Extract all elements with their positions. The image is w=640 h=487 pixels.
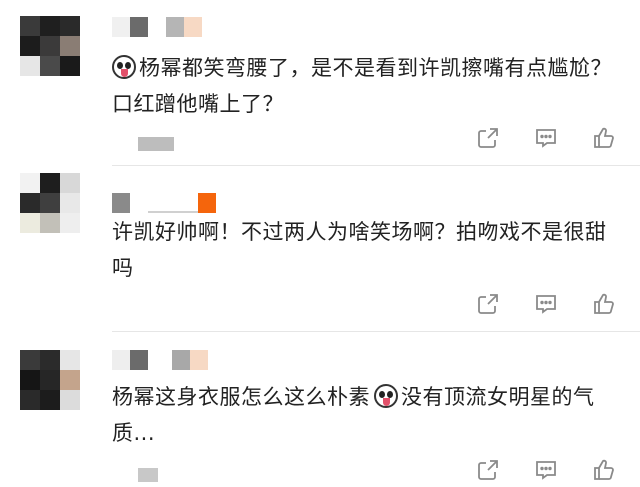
avatar[interactable]	[20, 350, 80, 410]
thumbs-up-icon[interactable]	[592, 292, 616, 316]
timestamp-pixelated	[138, 136, 174, 151]
comment-icon[interactable]	[534, 292, 558, 316]
share-icon[interactable]	[476, 126, 500, 150]
separator	[112, 331, 640, 332]
comment-text: 杨幂这身衣服怎么这么朴素 没有顶流女明星的气质...	[112, 384, 595, 445]
timestamp-pixelated	[138, 467, 158, 482]
username-pixelated[interactable]	[112, 193, 216, 213]
username-pixelated[interactable]	[112, 350, 208, 370]
comment-icon[interactable]	[534, 458, 558, 482]
separator	[112, 165, 640, 166]
share-icon[interactable]	[476, 458, 500, 482]
comment-text: 杨幂都笑弯腰了，是不是看到许凯擦嘴有点尴尬？口红蹭他嘴上了？	[112, 55, 612, 116]
laughing-face-icon	[112, 55, 136, 79]
laughing-face-icon	[374, 384, 398, 408]
comment-icon[interactable]	[534, 126, 558, 150]
thumbs-up-icon[interactable]	[592, 458, 616, 482]
username-pixelated[interactable]	[112, 17, 202, 37]
comment-actions	[476, 458, 616, 482]
comment-actions	[476, 292, 616, 316]
share-icon[interactable]	[476, 292, 500, 316]
thumbs-up-icon[interactable]	[592, 126, 616, 150]
avatar[interactable]	[20, 173, 80, 233]
avatar[interactable]	[20, 16, 80, 76]
comment-text: 许凯好帅啊！不过两人为啥笑场啊？拍吻戏不是很甜吗	[112, 220, 607, 280]
comment-actions	[476, 126, 616, 150]
